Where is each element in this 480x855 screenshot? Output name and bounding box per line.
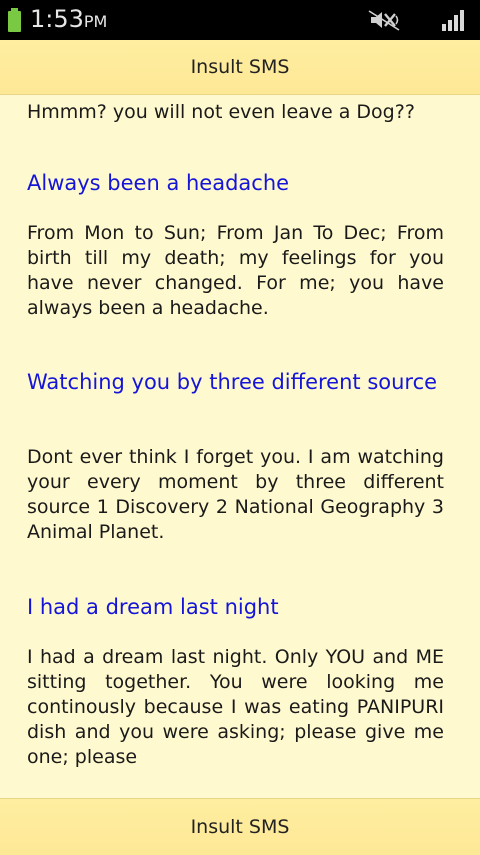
battery-icon: [8, 8, 21, 32]
mute-icon: [368, 10, 400, 31]
signal-icon: [442, 10, 464, 31]
header-bar: Insult SMS: [0, 40, 480, 95]
message-body[interactable]: Dont ever think I forget you. I am watch…: [27, 445, 444, 545]
message-list[interactable]: Hmmm? you will not even leave a Dog?? Al…: [0, 95, 480, 798]
message-body[interactable]: From Mon to Sun; From Jan To Dec; From b…: [27, 221, 444, 321]
message-body[interactable]: I had a dream last night. Only YOU and M…: [27, 645, 444, 770]
message-title[interactable]: I had a dream last night: [27, 593, 457, 621]
footer-bar[interactable]: Insult SMS: [0, 798, 480, 855]
footer-title: Insult SMS: [190, 816, 290, 838]
header-title: Insult SMS: [190, 56, 290, 78]
status-bar: 1:53PM: [0, 0, 480, 40]
message-title[interactable]: Always been a headache: [27, 169, 457, 197]
clock-ampm: PM: [83, 12, 108, 31]
status-clock: 1:53PM: [30, 5, 107, 33]
clock-time: 1:53: [30, 5, 84, 33]
message-body[interactable]: Hmmm? you will not even leave a Dog??: [27, 100, 444, 125]
message-title[interactable]: Watching you by three different source: [27, 368, 457, 396]
